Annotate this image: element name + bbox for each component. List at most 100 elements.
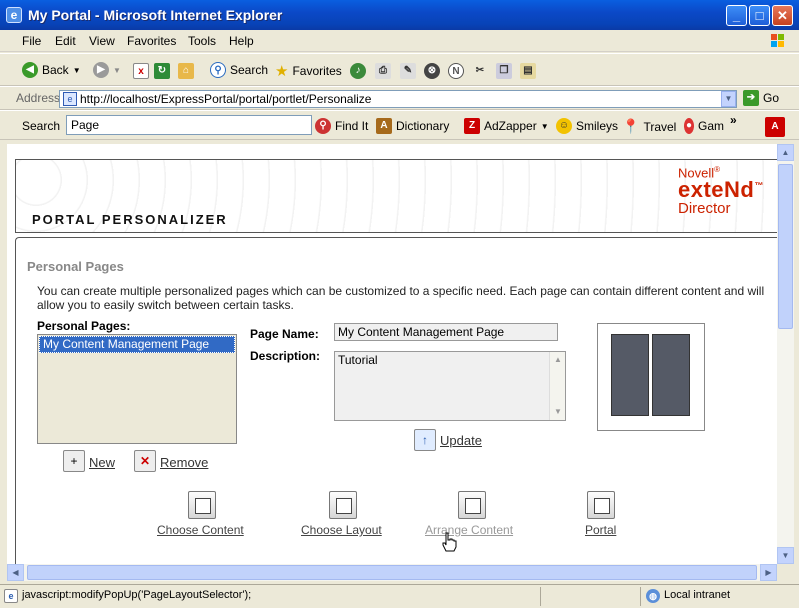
choose-layout-link[interactable]: Choose Layout	[301, 523, 382, 537]
refresh-icon[interactable]: ↻	[154, 63, 170, 79]
page-viewport: PORTAL PERSONALIZER Novell® exteNd™ Dire…	[7, 144, 777, 564]
back-dropdown-icon[interactable]: ▼	[73, 66, 81, 75]
back-arrow-icon: ◀	[22, 62, 38, 78]
minimize-button[interactable]: _	[726, 5, 747, 26]
standard-toolbar: ◀ Back ▼ ▶ ▼ x ↻ ⌂ ⚲ Search ★ Favorites …	[0, 53, 799, 86]
page-status-icon: e	[4, 589, 18, 603]
layout-column-left	[611, 334, 649, 416]
messenger-icon[interactable]: N	[448, 63, 464, 79]
star-icon: ★	[275, 63, 289, 80]
portal-icon[interactable]	[587, 491, 615, 519]
address-input[interactable]: e http://localhost/ExpressPortal/portal/…	[59, 90, 737, 108]
vertical-scrollbar[interactable]: ▲ ▼	[777, 144, 794, 564]
dictionary-icon: A	[376, 118, 392, 134]
choose-content-link[interactable]: Choose Content	[157, 523, 244, 537]
dictionary-button[interactable]: A Dictionary	[376, 118, 449, 134]
arrange-content-link[interactable]: Arrange Content	[425, 523, 513, 537]
personal-pages-panel: Personal Pages You can create multiple p…	[15, 237, 777, 564]
horizontal-scroll-thumb[interactable]	[27, 565, 757, 580]
description-field[interactable]: Tutorial ▲ ▼	[334, 351, 566, 421]
update-button[interactable]: Update	[440, 433, 482, 448]
page-name-label: Page Name:	[250, 327, 319, 341]
ie-icon: e	[6, 7, 22, 23]
find-it-icon: ⚲	[315, 118, 331, 134]
scroll-up-icon[interactable]: ▲	[777, 144, 794, 161]
address-dropdown-icon[interactable]: ▼	[721, 91, 736, 107]
find-it-button[interactable]: ⚲ Find It	[315, 118, 368, 134]
status-divider	[640, 587, 641, 606]
search-icon: ⚲	[210, 62, 226, 78]
status-divider	[540, 587, 541, 606]
horizontal-scrollbar[interactable]: ◀ ▶	[7, 564, 777, 581]
address-label: Address	[16, 91, 61, 105]
chevron-down-icon[interactable]: ▼	[551, 405, 565, 419]
personal-pages-label: Personal Pages:	[37, 319, 131, 333]
search-input[interactable]: Page	[66, 115, 312, 135]
zone-text: Local intranet	[664, 589, 731, 601]
personal-pages-list[interactable]: My Content Management Page	[37, 334, 237, 444]
media-icon[interactable]: ♪	[350, 63, 366, 79]
back-button[interactable]: ◀ Back ▼	[22, 62, 81, 78]
layout-column-right	[652, 334, 690, 416]
go-arrow-icon: ➔	[743, 90, 759, 106]
block-icon[interactable]: ⊗	[424, 63, 440, 79]
windows-logo-icon	[771, 34, 784, 47]
forward-arrow-icon: ▶	[93, 62, 109, 78]
print-icon[interactable]: ⎙	[375, 63, 391, 79]
update-icon[interactable]: ↑	[414, 429, 436, 451]
forward-dropdown-icon[interactable]: ▼	[113, 66, 121, 75]
vertical-scroll-thumb[interactable]	[778, 164, 793, 329]
travel-button[interactable]: 📍 Travel	[622, 118, 676, 135]
search-button[interactable]: ⚲ Search	[210, 62, 268, 78]
page-name-field[interactable]: My Content Management Page	[334, 323, 558, 341]
scroll-down-icon[interactable]: ▼	[777, 547, 794, 564]
maximize-button[interactable]: □	[749, 5, 770, 26]
new-page-icon[interactable]: +	[63, 450, 85, 472]
section-title: Personal Pages	[27, 259, 124, 274]
description-scrollbar[interactable]: ▲ ▼	[549, 352, 565, 420]
favorites-button[interactable]: ★ Favorites	[275, 62, 342, 80]
adzapper-dropdown-icon[interactable]: ▼	[541, 122, 549, 131]
pdf-icon[interactable]: A	[765, 117, 785, 137]
menu-edit[interactable]: Edit	[55, 34, 76, 48]
new-button[interactable]: New	[89, 455, 115, 470]
menu-help[interactable]: Help	[229, 34, 254, 48]
home-icon[interactable]: ⌂	[178, 63, 194, 79]
paste-icon[interactable]: ▤	[520, 63, 536, 79]
arrange-content-icon[interactable]	[458, 491, 486, 519]
list-item[interactable]: My Content Management Page	[39, 336, 235, 353]
portal-link[interactable]: Portal	[585, 523, 616, 537]
games-button[interactable]: ● Gam	[684, 118, 724, 134]
copy-icon[interactable]: ❐	[496, 63, 512, 79]
choose-layout-icon[interactable]	[329, 491, 357, 519]
cut-icon[interactable]: ✂	[472, 63, 488, 79]
smileys-button[interactable]: ☺ Smileys	[556, 118, 618, 134]
remove-icon[interactable]: ✕	[134, 450, 156, 472]
status-bar: e javascript:modifyPopUp('PageLayoutSele…	[0, 584, 799, 608]
chevron-up-icon[interactable]: ▲	[551, 353, 565, 367]
menu-tools[interactable]: Tools	[188, 34, 216, 48]
go-button[interactable]: ➔ Go	[743, 90, 779, 106]
adzapper-button[interactable]: Z AdZapper ▼	[464, 118, 549, 134]
close-button[interactable]: ✕	[772, 5, 793, 26]
menu-favorites[interactable]: Favorites	[127, 34, 176, 48]
hand-cursor-icon	[442, 532, 457, 552]
status-text: javascript:modifyPopUp('PageLayoutSelect…	[22, 589, 252, 601]
menu-view[interactable]: View	[89, 34, 115, 48]
layout-preview[interactable]	[597, 323, 705, 431]
remove-button[interactable]: Remove	[160, 455, 208, 470]
description-label: Description:	[250, 349, 321, 363]
menu-file[interactable]: File	[22, 34, 41, 48]
title-bar: e My Portal - Microsoft Internet Explore…	[0, 0, 799, 30]
edit-icon[interactable]: ✎	[400, 63, 416, 79]
window-title: My Portal - Microsoft Internet Explorer	[28, 7, 283, 23]
section-description: You can create multiple personalized pag…	[37, 284, 765, 312]
adzapper-icon: Z	[464, 118, 480, 134]
scroll-right-icon[interactable]: ▶	[760, 564, 777, 581]
scroll-left-icon[interactable]: ◀	[7, 564, 24, 581]
chevron-more-icon[interactable]: »	[730, 113, 737, 127]
choose-content-icon[interactable]	[188, 491, 216, 519]
stop-icon[interactable]: x	[133, 63, 149, 79]
forward-button[interactable]: ▶ ▼	[93, 62, 121, 78]
portal-header: PORTAL PERSONALIZER Novell® exteNd™ Dire…	[15, 159, 777, 233]
